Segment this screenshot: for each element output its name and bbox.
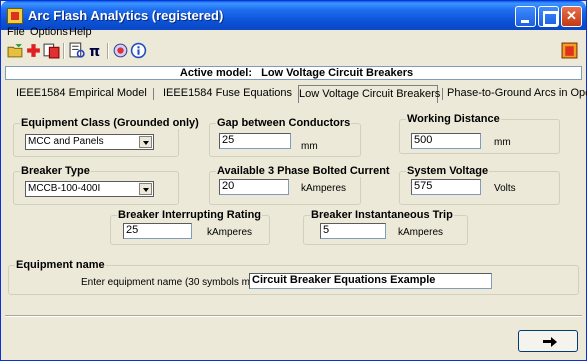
gap-group: Gap between Conductors 25 mm [209,117,361,157]
system-voltage-title: System Voltage [406,165,490,177]
exit-icon[interactable] [561,42,578,59]
menu-bar: File Options Help [1,25,586,41]
menu-help[interactable]: Help [69,26,92,38]
equipment-class-title: Equipment Class (Grounded only) [20,117,200,129]
minimize-button[interactable] [515,6,536,27]
tab-divider [153,88,154,100]
equipment-class-value: MCC and Panels [28,136,104,147]
app-window: Arc Flash Analytics (registered) ✕ File … [0,0,587,361]
working-distance-group: Working Distance 500 mm [399,113,560,154]
tab-divider [442,88,443,100]
bolted-current-input[interactable]: 20 [219,179,289,195]
window-title: Arc Flash Analytics (registered) [28,8,224,23]
model-tabs: IEEE1584 Empirical Model IEEE1584 Fuse E… [1,85,587,103]
system-voltage-group: System Voltage 575 Volts [399,165,560,205]
working-distance-input[interactable]: 500 [411,133,481,149]
info-icon[interactable] [130,42,147,59]
breaker-type-title: Breaker Type [20,165,91,177]
menu-options[interactable]: Options [30,26,68,38]
tab-circuit-breakers[interactable]: Low Voltage Circuit Breakers [298,85,440,103]
open-icon[interactable] [7,42,24,59]
interrupting-rating-group: Breaker Interrupting Rating 25 kAmperes [110,209,270,245]
equipment-class-select[interactable]: MCC and Panels [25,134,154,150]
copy-icon[interactable] [43,42,60,59]
working-distance-title: Working Distance [406,113,501,125]
toolbar: π [1,42,586,62]
chevron-down-icon[interactable] [139,183,152,195]
active-model-value: Low Voltage Circuit Breakers [261,67,414,79]
svg-text:π: π [89,44,100,59]
preview-icon[interactable] [69,42,86,59]
gap-title: Gap between Conductors [216,117,352,129]
add-icon[interactable] [25,42,42,59]
working-distance-unit: mm [494,137,511,148]
instantaneous-trip-input[interactable]: 5 [320,223,386,239]
instantaneous-trip-title: Breaker Instantaneous Trip [310,209,454,221]
bottom-divider [5,315,582,317]
interrupting-rating-unit: kAmperes [207,227,253,238]
menu-file[interactable]: File [7,26,25,38]
breaker-type-value: MCCB-100-400I [28,183,101,194]
bolted-current-group: Available 3 Phase Bolted Current 20 kAmp… [209,165,391,205]
breaker-type-group: Breaker Type MCCB-100-400I [13,165,179,205]
active-model-bar: Active model: Low Voltage Circuit Breake… [5,66,582,80]
equipment-name-group: Equipment name Enter equipment name (30 … [8,259,579,295]
pilcrow-icon[interactable]: π [87,42,104,59]
equipment-name-prompt: Enter equipment name (30 symbols max): [81,277,267,288]
instantaneous-trip-unit: kAmperes [398,227,444,238]
toolbar-separator [107,43,109,59]
instantaneous-trip-group: Breaker Instantaneous Trip 5 kAmperes [303,209,468,245]
breaker-type-select[interactable]: MCCB-100-400I [25,181,154,197]
bolted-current-title: Available 3 Phase Bolted Current [216,165,391,177]
bolted-current-unit: kAmperes [301,183,347,194]
equipment-class-group: Equipment Class (Grounded only) MCC and … [13,117,200,157]
toolbar-separator [63,43,65,59]
close-button[interactable]: ✕ [561,6,582,27]
app-icon [7,8,23,24]
settings-icon[interactable] [112,42,129,59]
system-voltage-input[interactable]: 575 [411,179,481,195]
tab-fuse-equations[interactable]: IEEE1584 Fuse Equations [163,85,292,103]
interrupting-rating-input[interactable]: 25 [123,223,192,239]
active-model-label: Active model: [179,67,253,79]
equipment-name-title: Equipment name [15,259,106,271]
interrupting-rating-title: Breaker Interrupting Rating [117,209,263,221]
tab-empirical-model[interactable]: IEEE1584 Empirical Model [16,85,147,103]
gap-input[interactable]: 25 [219,133,291,149]
system-voltage-unit: Volts [494,183,516,194]
chevron-down-icon[interactable] [139,136,152,148]
next-arrow-button[interactable] [518,330,578,352]
equipment-name-input[interactable]: Circuit Breaker Equations Example [249,273,492,289]
maximize-button[interactable] [538,6,559,27]
tab-open-air[interactable]: Phase-to-Ground Arcs in Open Air [447,85,587,103]
gap-unit: mm [301,141,318,152]
